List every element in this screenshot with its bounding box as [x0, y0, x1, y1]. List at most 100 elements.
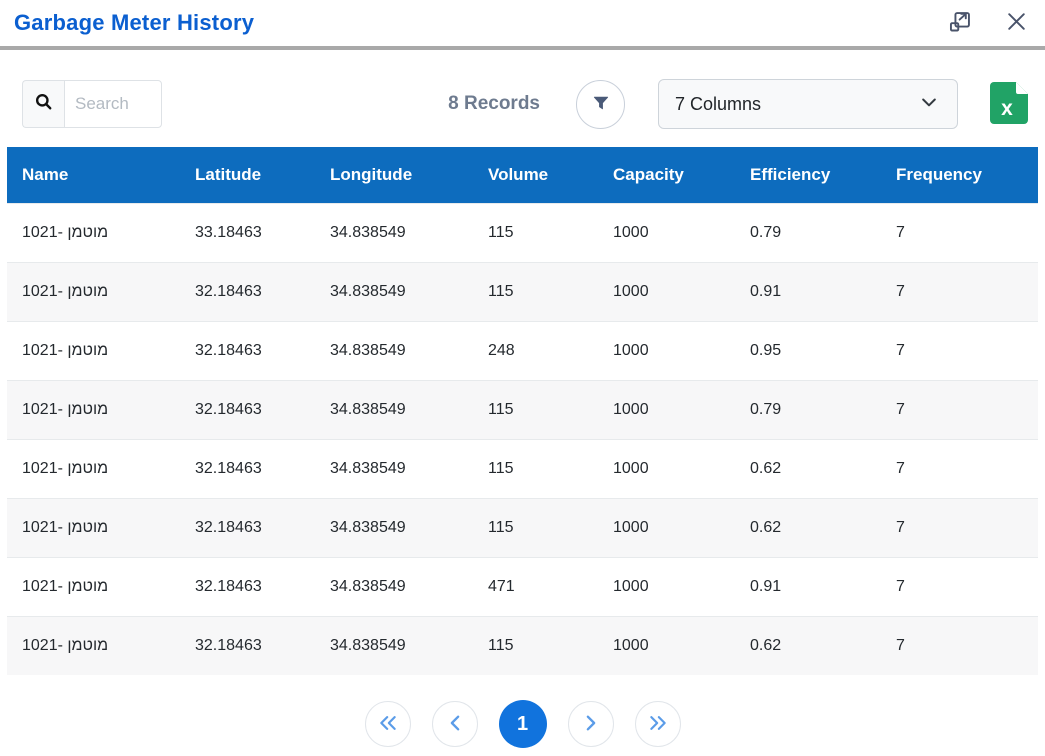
last-page-button[interactable] — [635, 701, 681, 747]
cell-frequency: 7 — [881, 380, 1038, 439]
expand-window-button[interactable] — [945, 6, 976, 40]
cell-frequency: 7 — [881, 557, 1038, 616]
column-header-volume[interactable]: Volume — [473, 147, 598, 203]
cell-efficiency: 0.79 — [735, 380, 881, 439]
columns-selector-value: 7 Columns — [675, 94, 761, 115]
search-icon — [34, 92, 53, 116]
first-page-button[interactable] — [365, 701, 411, 747]
cell-volume: 248 — [473, 321, 598, 380]
svg-text:x: x — [1001, 97, 1013, 120]
title-divider — [0, 46, 1045, 50]
cell-name: 1021- מוטמן — [7, 380, 180, 439]
cell-longitude: 34.838549 — [315, 439, 473, 498]
pagination: 1 — [0, 700, 1045, 748]
table-row[interactable]: 1021- מוטמן32.1846334.83854924810000.957 — [7, 321, 1038, 380]
cell-latitude: 32.18463 — [180, 616, 315, 675]
cell-efficiency: 0.91 — [735, 262, 881, 321]
cell-latitude: 32.18463 — [180, 262, 315, 321]
cell-longitude: 34.838549 — [315, 262, 473, 321]
table-row[interactable]: 1021- מוטמן32.1846334.83854911510000.797 — [7, 380, 1038, 439]
table-header: NameLatitudeLongitudeVolumeCapacityEffic… — [7, 147, 1038, 203]
double-chevron-left-icon — [378, 714, 398, 735]
table-row[interactable]: 1021- מוטמן32.1846334.83854947110000.917 — [7, 557, 1038, 616]
cell-latitude: 32.18463 — [180, 321, 315, 380]
prev-page-button[interactable] — [432, 701, 478, 747]
cell-frequency: 7 — [881, 439, 1038, 498]
cell-efficiency: 0.62 — [735, 439, 881, 498]
columns-selector[interactable]: 7 Columns — [658, 79, 958, 129]
cell-volume: 115 — [473, 498, 598, 557]
cell-latitude: 32.18463 — [180, 557, 315, 616]
close-window-button[interactable] — [1002, 7, 1031, 39]
column-header-longitude[interactable]: Longitude — [315, 147, 473, 203]
cell-frequency: 7 — [881, 262, 1038, 321]
cell-efficiency: 0.95 — [735, 321, 881, 380]
window-titlebar: Garbage Meter History — [0, 0, 1045, 46]
table-header-row: NameLatitudeLongitudeVolumeCapacityEffic… — [7, 147, 1038, 203]
cell-latitude: 32.18463 — [180, 498, 315, 557]
cell-efficiency: 0.79 — [735, 203, 881, 262]
close-icon — [1004, 9, 1029, 37]
cell-frequency: 7 — [881, 616, 1038, 675]
next-page-button[interactable] — [568, 701, 614, 747]
chevron-right-icon — [584, 714, 598, 735]
cell-efficiency: 0.62 — [735, 498, 881, 557]
cell-name: 1021- מוטמן — [7, 203, 180, 262]
column-header-frequency[interactable]: Frequency — [881, 147, 1038, 203]
cell-name: 1021- מוטמן — [7, 498, 180, 557]
table-row[interactable]: 1021- מוטמן33.1846334.83854911510000.797 — [7, 203, 1038, 262]
cell-longitude: 34.838549 — [315, 321, 473, 380]
table-row[interactable]: 1021- מוטמן32.1846334.83854911510000.627 — [7, 439, 1038, 498]
page-title: Garbage Meter History — [14, 10, 254, 36]
column-header-capacity[interactable]: Capacity — [598, 147, 735, 203]
cell-volume: 115 — [473, 380, 598, 439]
cell-capacity: 1000 — [598, 321, 735, 380]
cell-longitude: 34.838549 — [315, 380, 473, 439]
filter-button[interactable] — [576, 80, 625, 129]
cell-capacity: 1000 — [598, 557, 735, 616]
cell-volume: 115 — [473, 616, 598, 675]
popout-expand-icon — [947, 8, 974, 38]
funnel-filter-icon — [591, 93, 611, 116]
cell-latitude: 32.18463 — [180, 439, 315, 498]
column-header-efficiency[interactable]: Efficiency — [735, 147, 881, 203]
column-header-name[interactable]: Name — [7, 147, 180, 203]
chevron-left-icon — [448, 714, 462, 735]
table-body: 1021- מוטמן33.1846334.83854911510000.797… — [7, 203, 1038, 675]
current-page-button[interactable]: 1 — [499, 700, 547, 748]
search-group — [22, 80, 162, 128]
search-input[interactable] — [64, 80, 162, 128]
records-count: 8 Records — [448, 93, 540, 115]
cell-frequency: 7 — [881, 203, 1038, 262]
cell-longitude: 34.838549 — [315, 498, 473, 557]
cell-capacity: 1000 — [598, 439, 735, 498]
cell-volume: 471 — [473, 557, 598, 616]
cell-capacity: 1000 — [598, 203, 735, 262]
cell-longitude: 34.838549 — [315, 616, 473, 675]
excel-export-button[interactable]: x — [988, 82, 1028, 127]
cell-longitude: 34.838549 — [315, 203, 473, 262]
search-icon-box — [22, 80, 64, 128]
cell-frequency: 7 — [881, 498, 1038, 557]
toolbar: 8 Records 7 Columns x — [22, 79, 1028, 129]
table-row[interactable]: 1021- מוטמן32.1846334.83854911510000.627 — [7, 616, 1038, 675]
chevron-down-icon — [919, 92, 939, 117]
cell-efficiency: 0.91 — [735, 557, 881, 616]
cell-volume: 115 — [473, 262, 598, 321]
double-chevron-right-icon — [648, 714, 668, 735]
cell-name: 1021- מוטמן — [7, 616, 180, 675]
cell-capacity: 1000 — [598, 498, 735, 557]
cell-efficiency: 0.62 — [735, 616, 881, 675]
table-row[interactable]: 1021- מוטמן32.1846334.83854911510000.627 — [7, 498, 1038, 557]
cell-volume: 115 — [473, 439, 598, 498]
cell-name: 1021- מוטמן — [7, 262, 180, 321]
excel-file-icon: x — [988, 82, 1028, 127]
garbage-meter-table: NameLatitudeLongitudeVolumeCapacityEffic… — [7, 147, 1038, 675]
cell-name: 1021- מוטמן — [7, 321, 180, 380]
cell-latitude: 32.18463 — [180, 380, 315, 439]
cell-capacity: 1000 — [598, 262, 735, 321]
column-header-latitude[interactable]: Latitude — [180, 147, 315, 203]
cell-longitude: 34.838549 — [315, 557, 473, 616]
table-row[interactable]: 1021- מוטמן32.1846334.83854911510000.917 — [7, 262, 1038, 321]
cell-frequency: 7 — [881, 321, 1038, 380]
